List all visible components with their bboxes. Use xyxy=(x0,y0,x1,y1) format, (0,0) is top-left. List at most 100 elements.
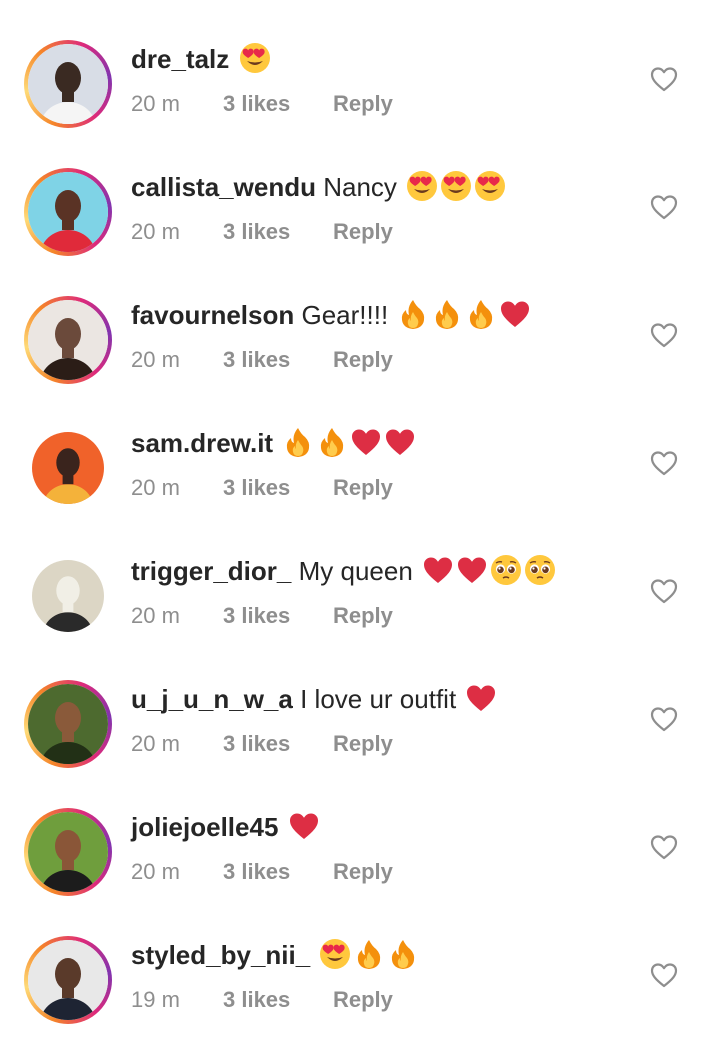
comment-body: My queen xyxy=(298,556,413,586)
like-heart-icon[interactable] xyxy=(650,834,678,860)
comment-row: dre_talz 20 m 3 likes Reply xyxy=(0,0,720,128)
comment-row: sam.drew.it 20 m 3 likes Reply xyxy=(0,384,720,512)
comment-time: 20 m xyxy=(131,731,180,756)
comment-meta: 20 m 3 likes Reply xyxy=(131,602,393,630)
avatar[interactable] xyxy=(24,552,112,640)
avatar[interactable] xyxy=(24,936,112,1024)
comment-time: 20 m xyxy=(131,859,180,884)
comment-text-line: trigger_dior_ My queen xyxy=(131,554,556,588)
reply-button[interactable]: Reply xyxy=(333,218,393,246)
like-heart-icon[interactable] xyxy=(650,578,678,604)
likes-count-link[interactable]: 3 likes xyxy=(223,602,333,630)
comment-text-line: joliejoelle45 xyxy=(131,810,320,844)
comment-username[interactable]: joliejoelle45 xyxy=(131,812,278,842)
reply-button[interactable]: Reply xyxy=(333,986,393,1014)
like-heart-icon[interactable] xyxy=(650,322,678,348)
red-heart-icon xyxy=(465,682,497,714)
comment-text-line: sam.drew.it xyxy=(131,426,416,460)
avatar-photo xyxy=(28,172,108,252)
avatar[interactable] xyxy=(24,40,112,128)
comment-time: 20 m xyxy=(131,219,180,244)
comments-list: dre_talz 20 m3 likes Reply callista_wendu… xyxy=(0,0,720,1039)
like-heart-icon[interactable] xyxy=(650,962,678,988)
like-heart-icon[interactable] xyxy=(650,66,678,92)
comment-meta: 20 m 3 likes Reply xyxy=(131,730,393,758)
likes-count-link[interactable]: 3 likes xyxy=(223,730,333,758)
avatar-photo xyxy=(28,44,108,124)
avatar-photo xyxy=(28,300,108,380)
comment-username[interactable]: callista_wendu xyxy=(131,172,316,202)
comment-text-line: favournelson Gear!!!! xyxy=(131,298,531,332)
red-heart-icon xyxy=(456,554,488,586)
comment-meta: 20 m 3 likes Reply xyxy=(131,90,393,118)
heart-eyes-icon xyxy=(440,170,472,202)
avatar-photo xyxy=(28,684,108,764)
red-heart-icon xyxy=(288,810,320,842)
likes-count-link[interactable]: 3 likes xyxy=(223,858,333,886)
reply-button[interactable]: Reply xyxy=(333,602,393,630)
avatar[interactable] xyxy=(24,168,112,256)
avatar-photo xyxy=(28,940,108,1020)
pleading-face-icon xyxy=(524,554,556,586)
comment-text-line: dre_talz xyxy=(131,42,271,76)
red-heart-icon xyxy=(384,426,416,458)
fire-icon xyxy=(431,298,463,330)
comment-row: u_j_u_n_w_a I love ur outfit 20 m 3 likes… xyxy=(0,640,720,768)
comment-username[interactable]: u_j_u_n_w_a xyxy=(131,684,293,714)
avatar-photo xyxy=(32,432,104,504)
comment-time: 20 m xyxy=(131,91,180,116)
heart-eyes-icon xyxy=(474,170,506,202)
avatar-photo xyxy=(32,560,104,632)
likes-count-link[interactable]: 3 likes xyxy=(223,346,333,374)
comment-text-line: callista_wendu Nancy xyxy=(131,170,506,204)
reply-button[interactable]: Reply xyxy=(333,474,393,502)
like-heart-icon[interactable] xyxy=(650,450,678,476)
comment-username[interactable]: sam.drew.it xyxy=(131,428,273,458)
comment-body: I love ur outfit xyxy=(300,684,457,714)
comment-username[interactable]: dre_talz xyxy=(131,44,229,74)
comment-row: callista_wendu Nancy 20 m 3 likes Reply xyxy=(0,128,720,256)
comment-meta: 20 m 3 likes Reply xyxy=(131,858,393,886)
comment-row: joliejoelle45 20 m 3 likes Reply xyxy=(0,768,720,896)
comment-meta: 19 m 3 likes Reply xyxy=(131,986,393,1014)
avatar[interactable] xyxy=(24,808,112,896)
reply-button[interactable]: Reply xyxy=(333,730,393,758)
avatar[interactable] xyxy=(24,424,112,512)
likes-count-link[interactable]: 3 likes xyxy=(223,986,333,1014)
red-heart-icon xyxy=(499,298,531,330)
comment-text-line: u_j_u_n_w_a I love ur outfit xyxy=(131,682,497,716)
like-heart-icon[interactable] xyxy=(650,706,678,732)
fire-icon xyxy=(282,426,314,458)
avatar[interactable] xyxy=(24,296,112,384)
comment-time: 20 m xyxy=(131,475,180,500)
likes-count-link[interactable]: 3 likes xyxy=(223,90,333,118)
comment-meta: 20 m 3 likes Reply xyxy=(131,346,393,374)
comment-time: 20 m xyxy=(131,347,180,372)
reply-button[interactable]: Reply xyxy=(333,346,393,374)
heart-eyes-icon xyxy=(239,42,271,74)
comment-body: Gear!!!! xyxy=(301,300,389,330)
like-heart-icon[interactable] xyxy=(650,194,678,220)
likes-count-link[interactable]: 3 likes xyxy=(223,218,333,246)
reply-button[interactable]: Reply xyxy=(333,858,393,886)
comment-row: styled_by_nii_ 19 m 3 likes Reply xyxy=(0,896,720,1024)
comment-row: trigger_dior_ My queen 20 m 3 likes Reply xyxy=(0,512,720,640)
fire-icon xyxy=(353,938,385,970)
comment-username[interactable]: styled_by_nii_ xyxy=(131,940,310,970)
fire-icon xyxy=(316,426,348,458)
heart-eyes-icon xyxy=(406,170,438,202)
comment-meta: 20 m 3 likes Reply xyxy=(131,218,393,246)
comment-row: favournelson Gear!!!! 20 m 3 likes Reply xyxy=(0,256,720,384)
likes-count-link[interactable]: 3 likes xyxy=(223,474,333,502)
avatar-photo xyxy=(28,812,108,892)
red-heart-icon xyxy=(350,426,382,458)
comment-username[interactable]: trigger_dior_ xyxy=(131,556,291,586)
reply-button[interactable]: Reply xyxy=(333,90,393,118)
comment-text-line: styled_by_nii_ xyxy=(131,938,419,972)
fire-icon xyxy=(397,298,429,330)
comment-time: 20 m xyxy=(131,603,180,628)
avatar[interactable] xyxy=(24,680,112,768)
comment-body: Nancy xyxy=(323,172,397,202)
fire-icon xyxy=(465,298,497,330)
comment-username[interactable]: favournelson xyxy=(131,300,294,330)
